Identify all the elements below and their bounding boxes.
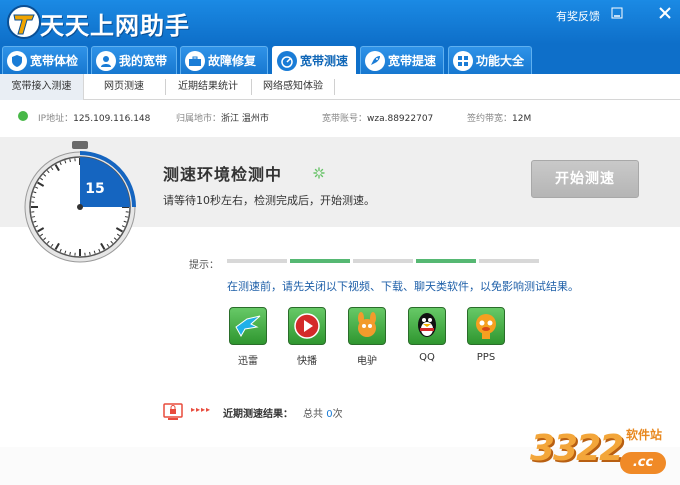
tab-label: 宽带测速 — [300, 54, 349, 68]
region-value: 浙江 温州市 — [221, 114, 269, 124]
thunder-bird-icon — [229, 307, 267, 345]
stopwatch-tick — [89, 251, 91, 256]
tab-label: 我的宽带 — [119, 54, 168, 68]
app-label: 快播 — [297, 356, 317, 367]
app-label: 电驴 — [357, 356, 377, 367]
progress-step — [416, 259, 476, 263]
arrows-icon: ▸▸▸▸ — [191, 405, 212, 414]
sub-nav: 宽带接入测速 网页测速 近期结果统计 网络感知体验 — [0, 74, 680, 100]
region-label: 归属地市： — [176, 114, 222, 124]
rocket-icon — [365, 50, 385, 71]
app-logo-icon — [7, 5, 41, 39]
countdown-value: 15 — [85, 181, 104, 197]
tip-label: 提示： — [189, 260, 219, 271]
recent-total: 总共 0次 — [303, 405, 343, 420]
tab-all-features[interactable]: 功能大全 — [448, 46, 532, 74]
recent-label: 近期测速结果： — [223, 409, 293, 420]
app-label: 迅雷 — [238, 356, 258, 367]
penguin-icon — [408, 307, 446, 345]
region-info: 归属地市：浙江 温州市 — [176, 111, 269, 124]
tab-label: 故障修复 — [208, 54, 257, 68]
tab-label: 宽带提速 — [388, 54, 437, 68]
tab-label: 功能大全 — [476, 54, 525, 68]
account-label: 宽带账号： — [322, 114, 368, 124]
title-bar: 天天上网助手 有奖反馈 — [0, 0, 680, 44]
play-icon — [288, 307, 326, 345]
tab-label: 宽带体检 — [30, 54, 79, 68]
stopwatch-tick — [69, 251, 71, 256]
app-title: 天天上网助手 — [40, 12, 190, 40]
grid-icon — [453, 50, 473, 71]
subtab-web-speed[interactable]: 网页测速 — [84, 74, 164, 100]
tab-fault-repair[interactable]: 故障修复 — [180, 46, 268, 74]
stopwatch-tick — [31, 216, 36, 218]
app-pps: PPS — [464, 307, 508, 363]
app-qq: QQ — [405, 307, 449, 363]
tab-speed-test[interactable]: 宽带测速 — [272, 46, 356, 74]
bandwidth-label: 签约带宽： — [467, 114, 513, 124]
bandwidth-info: 签约带宽：12M — [467, 111, 531, 124]
stopwatch-crown — [72, 141, 88, 149]
divider — [334, 79, 335, 95]
stopwatch-tick — [124, 216, 129, 218]
progress-step — [290, 259, 350, 263]
watermark-sub: 软件站 — [626, 428, 663, 442]
start-test-button[interactable]: 开始测速 — [531, 160, 639, 198]
speedometer-icon — [277, 50, 297, 71]
app-label: PPS — [476, 352, 496, 363]
tip-message: 在测速前，请先关闭以下视频、下载、聊天类软件，以免影响测试结果。 — [227, 280, 579, 293]
feedback-link[interactable]: 有奖反馈 — [556, 8, 600, 24]
test-description: 请等待10秒左右，检测完成后，开始测速。 — [163, 194, 375, 207]
app-label: QQ — [419, 352, 435, 363]
progress-step — [479, 259, 539, 263]
subtab-network-experience[interactable]: 网络感知体验 — [252, 74, 334, 100]
pps-icon — [467, 307, 505, 345]
test-status-title: 测速环境检测中 — [163, 165, 283, 184]
app-emule: 电驴 — [345, 307, 389, 367]
donkey-icon — [348, 307, 386, 345]
main-nav: 宽带体检 我的宽带 故障修复 宽带测速 宽带提速 功能大全 — [0, 44, 680, 74]
app-kuaibo: 快播 — [285, 307, 329, 367]
subtab-access-speed[interactable]: 宽带接入测速 — [0, 74, 84, 100]
watermark-number: 3322 — [530, 428, 624, 469]
stopwatch-tick — [31, 196, 36, 198]
location-icon — [18, 111, 28, 121]
history-lock-icon — [163, 403, 183, 420]
ip-value: 125.109.116.148 — [73, 114, 151, 124]
ip-info: IP地址：125.109.116.148 — [38, 111, 150, 124]
recent-total-suffix: 次 — [332, 409, 343, 420]
toolbox-icon — [185, 50, 205, 71]
progress-step — [227, 259, 287, 263]
loading-spinner-icon — [313, 167, 325, 179]
stopwatch-tick — [69, 158, 71, 163]
progress-step — [353, 259, 413, 263]
tab-my-broadband[interactable]: 我的宽带 — [91, 46, 177, 74]
recent-total-prefix: 总共 — [303, 409, 323, 420]
subtab-recent-stats[interactable]: 近期结果统计 — [166, 74, 250, 100]
watermark-logo: 3322 软件站 .cc — [530, 422, 678, 482]
shield-icon — [7, 50, 27, 71]
bandwidth-value: 12M — [512, 114, 532, 124]
connection-info: IP地址：125.109.116.148 归属地市：浙江 温州市 宽带账号：wz… — [0, 101, 680, 131]
close-icon[interactable] — [658, 6, 672, 20]
tab-broadband-checkup[interactable]: 宽带体检 — [2, 46, 88, 74]
account-info: 宽带账号：wza.88922707 — [322, 111, 433, 124]
watermark-domain: .cc — [620, 452, 666, 474]
tab-speed-boost[interactable]: 宽带提速 — [360, 46, 444, 74]
person-icon — [96, 50, 116, 71]
minimize-icon[interactable] — [610, 6, 624, 20]
ip-label: IP地址： — [38, 114, 74, 124]
stopwatch-timer-icon: 15 — [24, 141, 136, 263]
app-xunlei: 迅雷 — [226, 307, 270, 367]
account-value: wza.88922707 — [367, 114, 434, 124]
